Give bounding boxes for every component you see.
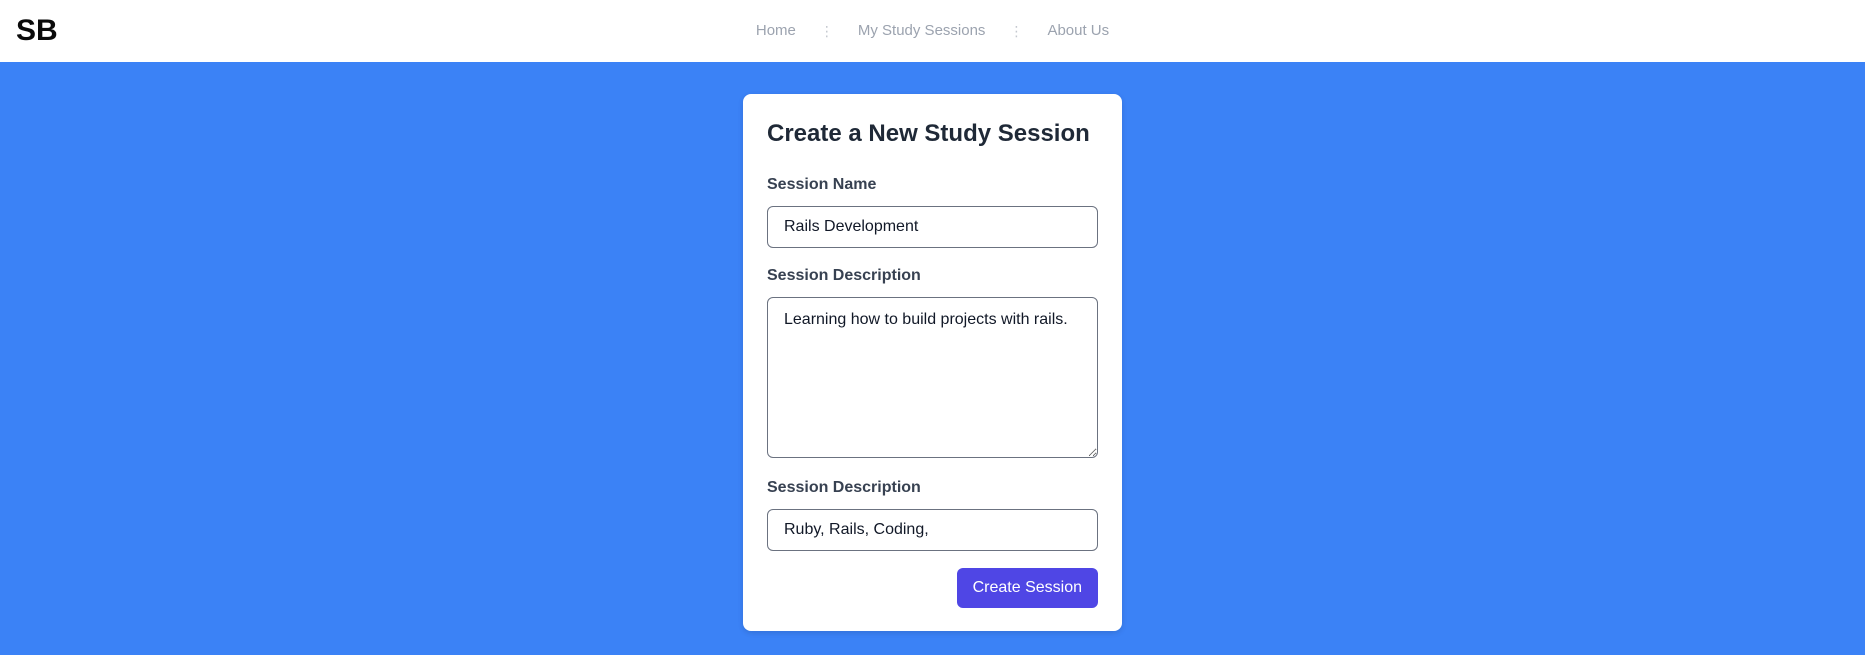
page-title: Create a New Study Session xyxy=(767,120,1090,147)
nav-link-home[interactable]: Home xyxy=(738,21,814,41)
main-nav: Home ⋮ My Study Sessions ⋮ About Us xyxy=(0,0,1865,62)
session-description-label: Session Description xyxy=(767,267,921,284)
session-description-textarea[interactable]: Learning how to build projects with rail… xyxy=(767,297,1098,458)
session-name-label: Session Name xyxy=(767,176,877,193)
nav-separator-icon: ⋮ xyxy=(819,23,834,39)
session-name-input[interactable] xyxy=(767,206,1098,248)
nav-link-my-study-sessions[interactable]: My Study Sessions xyxy=(840,21,1004,41)
create-session-button[interactable]: Create Session xyxy=(956,568,1098,608)
create-session-card: Create a New Study Session Session Name … xyxy=(743,94,1122,631)
nav-separator-icon: ⋮ xyxy=(1009,23,1024,39)
session-tags-label: Session Description xyxy=(767,479,921,496)
top-navbar: SB Home ⋮ My Study Sessions ⋮ About Us xyxy=(0,0,1865,62)
nav-link-about-us[interactable]: About Us xyxy=(1029,21,1127,41)
session-tags-input[interactable] xyxy=(767,509,1098,551)
